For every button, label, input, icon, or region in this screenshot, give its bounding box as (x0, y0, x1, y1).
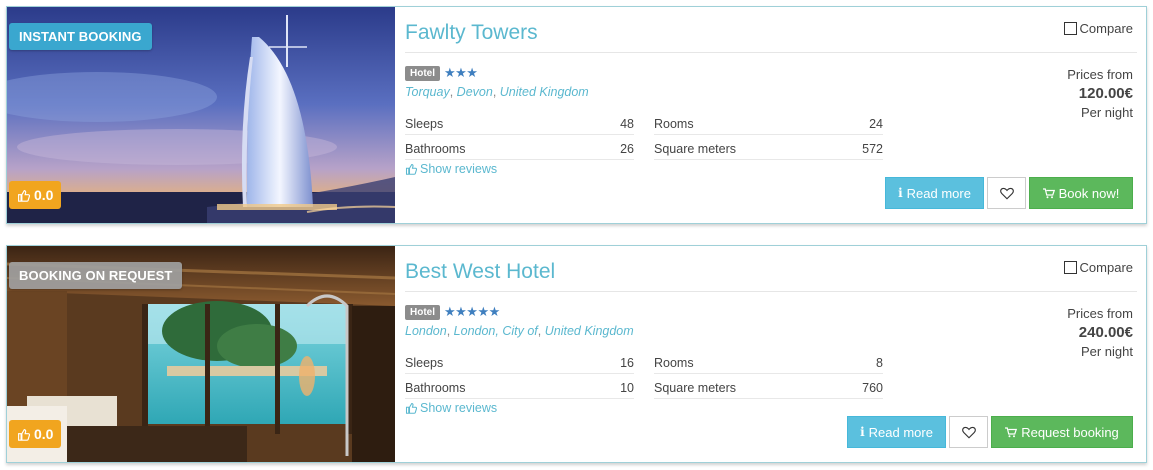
spec-square-meters: Square meters 760 (654, 377, 883, 399)
per-night-label: Per night (1080, 344, 1133, 359)
location-city[interactable]: Torquay (405, 85, 450, 99)
location: Torquay, Devon, United Kingdom (405, 85, 589, 99)
title-divider (405, 52, 1137, 53)
rating-badge: 0.0 (9, 420, 62, 448)
type-and-stars: Hotel ★★★★★ (405, 304, 500, 320)
location-city[interactable]: London (405, 324, 447, 338)
heart-icon (961, 426, 976, 439)
action-buttons: i Read more Request booking (847, 416, 1133, 448)
listing-info: Fawlty Towers Compare Hotel ★★★ Torquay,… (405, 7, 1145, 223)
prices-from-label: Prices from (1067, 306, 1133, 321)
spec-rooms: Rooms 8 (654, 352, 883, 374)
thumbs-up-icon (18, 428, 30, 441)
show-reviews-link[interactable]: Show reviews (405, 162, 497, 176)
rating-value: 0.0 (34, 187, 54, 203)
spec-sleeps: Sleeps 48 (405, 113, 634, 135)
info-icon: i (860, 425, 865, 439)
listing-title[interactable]: Fawlty Towers (405, 21, 538, 45)
title-divider (405, 291, 1137, 292)
rating-badge: 0.0 (9, 181, 62, 209)
spec-square-meters: Square meters 572 (654, 138, 883, 160)
show-reviews-link[interactable]: Show reviews (405, 401, 497, 415)
compare-label: Compare (1079, 260, 1133, 275)
cart-icon (1042, 187, 1055, 198)
star-rating: ★★★★★ (444, 304, 500, 319)
read-more-button[interactable]: i Read more (847, 416, 946, 448)
location-region[interactable]: London, City of (454, 324, 538, 338)
price-value: 240.00€ (1078, 324, 1133, 341)
compare-label: Compare (1079, 21, 1133, 36)
star-rating: ★★★ (444, 65, 478, 80)
book-now-button[interactable]: Book now! (1029, 177, 1133, 209)
location-country[interactable]: United Kingdom (500, 85, 589, 99)
spec-bathrooms: Bathrooms 26 (405, 138, 634, 160)
compare-toggle[interactable]: Compare (1063, 260, 1133, 275)
per-night-label: Per night (1080, 105, 1133, 120)
cart-icon (1005, 426, 1018, 437)
price-block: Prices from 240.00€ Per night (1067, 304, 1133, 361)
thumbs-up-icon (405, 163, 417, 175)
location-region[interactable]: Devon (457, 85, 493, 99)
type-tag: Hotel (405, 304, 440, 320)
thumbs-up-icon (18, 189, 30, 202)
instant-booking-badge: INSTANT BOOKING (9, 23, 152, 50)
action-buttons: i Read more Book now! (885, 177, 1133, 209)
thumbs-up-icon (405, 402, 417, 414)
listing-info: Best West Hotel Compare Hotel ★★★★★ Lond… (405, 246, 1145, 462)
price-block: Prices from 120.00€ Per night (1067, 65, 1133, 122)
spec-bathrooms: Bathrooms 10 (405, 377, 634, 399)
compare-checkbox[interactable] (1063, 261, 1077, 274)
compare-toggle[interactable]: Compare (1063, 21, 1133, 36)
heart-icon (999, 187, 1014, 200)
compare-checkbox[interactable] (1063, 22, 1077, 35)
info-icon: i (898, 186, 903, 200)
prices-from-label: Prices from (1067, 67, 1133, 82)
rating-value: 0.0 (34, 426, 54, 442)
location: London, London, City of, United Kingdom (405, 324, 634, 338)
wishlist-button[interactable] (987, 177, 1026, 209)
booking-on-request-badge: BOOKING ON REQUEST (9, 262, 183, 289)
type-tag: Hotel (405, 65, 440, 81)
read-more-button[interactable]: i Read more (885, 177, 984, 209)
spec-sleeps: Sleeps 16 (405, 352, 634, 374)
request-booking-button[interactable]: Request booking (991, 416, 1133, 448)
wishlist-button[interactable] (949, 416, 988, 448)
price-value: 120.00€ (1078, 85, 1133, 102)
listing-card: BOOKING ON REQUEST 0.0 Best West Hotel C… (6, 245, 1147, 463)
listing-title[interactable]: Best West Hotel (405, 260, 555, 284)
type-and-stars: Hotel ★★★ (405, 65, 478, 81)
listing-card: INSTANT BOOKING 0.0 Fawlty Towers Compar… (6, 6, 1147, 224)
location-country[interactable]: United Kingdom (545, 324, 634, 338)
spec-rooms: Rooms 24 (654, 113, 883, 135)
